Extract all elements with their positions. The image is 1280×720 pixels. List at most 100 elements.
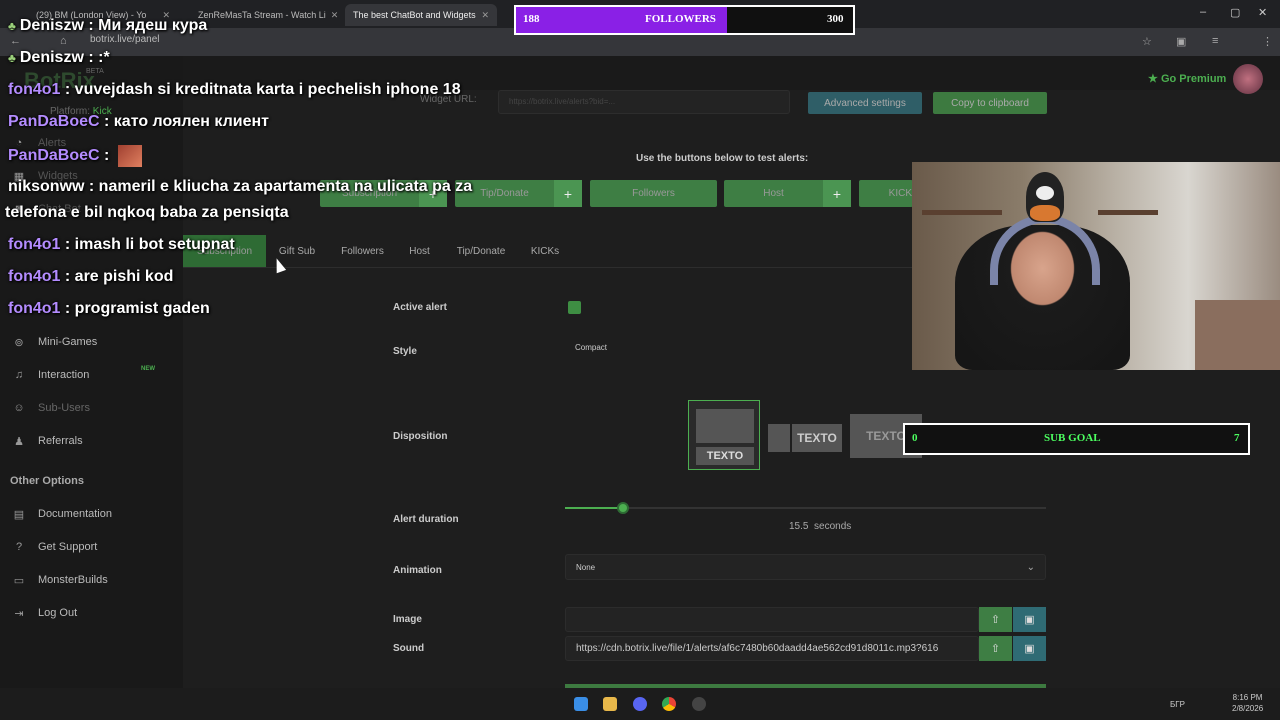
maximize-icon[interactable]: ▢	[1230, 6, 1240, 19]
test-tip-donate-button[interactable]: Tip/Donate +	[455, 180, 582, 207]
chat-text: : като лоялен клиент	[99, 113, 269, 130]
sidebar-item-monsterbuilds[interactable]: ▭ MonsterBuilds	[12, 570, 108, 590]
browser-tab-kick[interactable]: ZenReMasTa Stream - Watch Li ✕	[190, 4, 340, 26]
plush-toy-face	[1036, 186, 1054, 200]
chevron-down-icon: ⌄	[1026, 561, 1035, 573]
file-explorer-icon[interactable]	[603, 697, 617, 711]
chat-text: : are pishi kod	[60, 268, 174, 285]
sidebar-item-log-out[interactable]: ⇥ Log Out	[12, 603, 77, 623]
avatar[interactable]	[1233, 64, 1263, 94]
chat-text: : Ми ядеш кура	[83, 17, 208, 34]
animation-value: None	[576, 562, 596, 572]
image-placeholder-icon	[768, 424, 790, 452]
webcam-shelf	[922, 210, 1002, 215]
star-icon[interactable]: ☆	[1142, 35, 1152, 48]
tab-followers[interactable]: Followers	[328, 235, 397, 267]
disposition-label: Disposition	[393, 431, 448, 442]
obs-icon[interactable]	[692, 697, 706, 711]
sidebar-item-sub-users[interactable]: ☺ Sub-Users	[12, 398, 90, 418]
chat-text: : programist gaden	[60, 300, 210, 317]
chat-message-continuation: telefona e bil nqkoq baba za pensiqta	[5, 204, 289, 221]
alert-duration-value: 15.5	[789, 521, 809, 532]
chat-message: PanDaBoeC : като лоялен клиент	[8, 113, 269, 131]
new-badge: NEW	[141, 366, 155, 372]
back-icon[interactable]: ←	[10, 35, 21, 47]
gallery-icon[interactable]: ▣	[1013, 607, 1046, 632]
tab-host[interactable]: Host	[397, 235, 442, 267]
discord-icon[interactable]	[633, 697, 647, 711]
sub-goal-current: 0	[912, 432, 918, 444]
disposition-text: TEXTO	[792, 424, 842, 452]
widget-url-input[interactable]: https://botrix.live/alerts?bid=...	[498, 90, 790, 114]
sidebar-item-interaction[interactable]: ♫ Interaction	[12, 365, 90, 385]
sidebar-item-label: Mini-Games	[38, 336, 98, 348]
sidebar-item-get-support[interactable]: ? Get Support	[12, 537, 97, 557]
test-followers-button[interactable]: Followers	[590, 180, 717, 207]
monitor-icon: ▭	[13, 574, 25, 587]
active-alert-checkbox[interactable]	[568, 301, 581, 314]
more-icon[interactable]: ⋮	[1262, 35, 1273, 48]
tab-divider	[183, 267, 913, 268]
menu-icon[interactable]: ≡	[1212, 35, 1218, 47]
chat-text: : imash li bot setupnat	[60, 236, 235, 253]
test-kicks-button[interactable]: KICKs	[859, 180, 913, 207]
sidebar-item-label: Sub-Users	[38, 402, 90, 414]
browser-tab-botrix[interactable]: The best ChatBot and Widgets ✕	[345, 4, 497, 26]
music-icon: ♫	[14, 369, 24, 381]
help-icon: ?	[15, 541, 23, 553]
tab-tip-donate[interactable]: Tip/Donate	[442, 235, 520, 267]
url-field[interactable]: botrix.live/panel	[90, 34, 159, 45]
upload-icon[interactable]: ⇧	[979, 636, 1012, 661]
windows-start-icon[interactable]	[574, 697, 588, 711]
chat-username: Deniszw	[19, 17, 84, 34]
sidebar-item-referrals[interactable]: ♟ Referrals	[12, 431, 83, 451]
gallery-icon[interactable]: ▣	[1013, 636, 1046, 661]
alert-duration-slider[interactable]	[565, 507, 1046, 509]
chat-text: : vuvejdash si kreditnata karta i pechel…	[60, 81, 461, 98]
subscriber-badge-icon: ♣	[8, 19, 16, 33]
close-icon[interactable]: ✕	[481, 10, 489, 21]
alert-duration-slider-handle[interactable]	[617, 502, 629, 514]
minimize-icon[interactable]: –	[1200, 6, 1206, 18]
system-clock[interactable]: 8:16 PM 2/8/2026	[1232, 692, 1263, 714]
extensions-icon[interactable]: ▣	[1176, 35, 1186, 48]
close-icon[interactable]: ✕	[331, 10, 339, 21]
close-window-icon[interactable]: ✕	[1258, 6, 1267, 19]
chat-message: fon4o1 : imash li bot setupnat	[8, 236, 235, 254]
chrome-icon[interactable]	[662, 697, 676, 711]
upload-icon[interactable]: ⇧	[979, 607, 1012, 632]
beta-badge: BETA	[86, 68, 104, 75]
image-label: Image	[393, 614, 422, 625]
plus-icon[interactable]: +	[554, 180, 582, 207]
language-indicator[interactable]: БГР	[1170, 700, 1185, 709]
clock-date: 2/8/2026	[1232, 704, 1264, 713]
disposition-text: TEXTO	[696, 447, 754, 465]
sidebar-item-label: Interaction	[38, 369, 90, 381]
advanced-settings-button[interactable]: Advanced settings	[808, 92, 922, 114]
chat-username: fon4o1	[8, 81, 61, 98]
chat-message: fon4o1 : are pishi kod	[8, 268, 173, 286]
sound-label: Sound	[393, 643, 425, 654]
chat-text: : nameril e kliucha za apartamenta na ul…	[84, 178, 473, 195]
sidebar-item-label: Documentation	[38, 508, 112, 520]
disposition-option-vertical[interactable]: TEXTO	[688, 400, 760, 470]
book-icon: ▤	[13, 508, 25, 521]
test-host-button[interactable]: Host +	[724, 180, 851, 207]
image-input[interactable]	[565, 607, 979, 632]
sidebar-item-label: Log Out	[38, 607, 78, 619]
plus-icon[interactable]: +	[823, 180, 851, 207]
sound-input[interactable]: https://cdn.botrix.live/file/1/alerts/af…	[565, 636, 979, 661]
tab-kicks[interactable]: KICKs	[520, 235, 570, 267]
chat-message: PanDaBoeC :	[8, 145, 142, 167]
chat-username: PanDaBoeC	[8, 147, 100, 165]
chat-username: fon4o1	[8, 236, 61, 253]
copy-to-clipboard-button[interactable]: Copy to clipboard	[933, 92, 1047, 114]
home-icon[interactable]: ⌂	[60, 35, 67, 47]
sidebar-item-documentation[interactable]: ▤ Documentation	[12, 504, 112, 524]
animation-label: Animation	[393, 565, 442, 576]
sidebar-item-mini-games[interactable]: ⊚ Mini-Games	[12, 332, 97, 352]
disposition-option-horizontal[interactable]: TEXTO	[768, 416, 844, 456]
go-premium-link[interactable]: ★ Go Premium	[1148, 72, 1226, 85]
style-select[interactable]: Compact	[565, 334, 915, 360]
animation-select[interactable]: None ⌄	[565, 554, 1046, 580]
